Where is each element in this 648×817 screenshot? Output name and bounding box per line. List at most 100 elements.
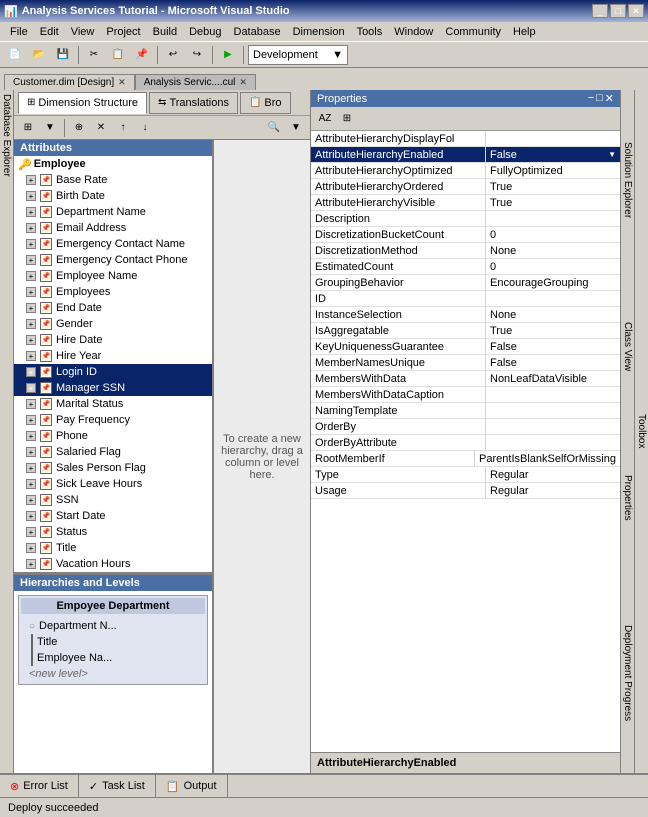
toolbar-undo[interactable]: ↩ (162, 45, 184, 65)
expand-btn[interactable]: + (26, 319, 36, 329)
dim-tb-btn-3[interactable]: ⊕ (69, 119, 89, 137)
menu-view[interactable]: View (65, 24, 101, 40)
props-maximize[interactable]: □ (596, 92, 603, 105)
attr-item[interactable]: + 📌 Base Rate (14, 172, 212, 188)
props-row[interactable]: NamingTemplate (311, 403, 620, 419)
tab-output[interactable]: 📋 Output (156, 775, 228, 797)
tab-dimension-structure[interactable]: ⊞ Dimension Structure (18, 92, 147, 114)
attr-item[interactable]: + 📌 Birth Date (14, 188, 212, 204)
props-row[interactable]: DiscretizationBucketCount 0 (311, 227, 620, 243)
menu-window[interactable]: Window (388, 24, 439, 40)
tab-error-list[interactable]: ⊗ Error List (0, 775, 79, 797)
props-row[interactable]: DiscretizationMethod None (311, 243, 620, 259)
props-row[interactable]: GroupingBehavior EncourageGrouping (311, 275, 620, 291)
attr-item[interactable]: 🔑 Employee (14, 156, 212, 172)
expand-btn[interactable]: + (26, 191, 36, 201)
menu-file[interactable]: File (4, 24, 34, 40)
attr-item[interactable]: + 📌 Department Name (14, 204, 212, 220)
dim-tb-search[interactable]: 🔍 (264, 119, 284, 137)
attr-item[interactable]: + 📌 Emergency Contact Name (14, 236, 212, 252)
dim-tb-btn-4[interactable]: ✕ (91, 119, 111, 137)
toolbar-redo[interactable]: ↪ (186, 45, 208, 65)
toolbar-play[interactable]: ▶ (217, 45, 239, 65)
expand-btn[interactable]: + (26, 303, 36, 313)
props-row[interactable]: Description (311, 211, 620, 227)
props-row[interactable]: RootMemberIf ParentIsBlankSelfOrMissing (311, 451, 620, 467)
doc-tab-analysis[interactable]: Analysis Servic....cul ✕ (135, 74, 256, 90)
expand-btn[interactable]: + (26, 399, 36, 409)
props-row[interactable]: AttributeHierarchyDisplayFol (311, 131, 620, 147)
props-row[interactable]: Type Regular (311, 467, 620, 483)
dim-tb-btn-2[interactable]: ▼ (40, 119, 60, 137)
expand-btn[interactable]: + (26, 351, 36, 361)
dev-mode-dropdown[interactable]: Development ▼ (248, 45, 348, 65)
expand-btn[interactable]: + (26, 463, 36, 473)
attr-item[interactable]: + 📌 Hire Year (14, 348, 212, 364)
sidebar-deployment[interactable]: Deployment Progress (622, 621, 633, 725)
menu-project[interactable]: Project (100, 24, 146, 40)
toolbar-copy[interactable]: 📋 (107, 45, 129, 65)
attr-item[interactable]: + 📌 Sales Person Flag (14, 460, 212, 476)
dim-tb-btn-6[interactable]: ↓ (135, 119, 155, 137)
attr-item[interactable]: + 📌 Start Date (14, 508, 212, 524)
props-row[interactable]: IsAggregatable True (311, 323, 620, 339)
expand-btn[interactable]: + (26, 383, 36, 393)
menu-database[interactable]: Database (228, 24, 287, 40)
expand-btn[interactable]: + (26, 287, 36, 297)
props-row[interactable]: ID (311, 291, 620, 307)
menu-dimension[interactable]: Dimension (287, 24, 351, 40)
db-explorer-label[interactable]: Database Explorer (1, 90, 12, 181)
close-tab-analysis[interactable]: ✕ (239, 77, 247, 88)
menu-help[interactable]: Help (507, 24, 542, 40)
toolbar-new[interactable]: 📄 (4, 45, 26, 65)
props-row[interactable]: AttributeHierarchyEnabled False ▼ (311, 147, 620, 163)
props-sort-cat[interactable]: ⊞ (337, 110, 357, 128)
toolbar-cut[interactable]: ✂ (83, 45, 105, 65)
expand-btn[interactable]: + (26, 239, 36, 249)
expand-btn[interactable]: + (26, 479, 36, 489)
expand-btn[interactable]: + (26, 271, 36, 281)
tab-browser[interactable]: 📋 Bro (240, 92, 291, 114)
attr-item[interactable]: + 📌 SSN (14, 492, 212, 508)
props-header-controls[interactable]: − □ ✕ (588, 92, 614, 105)
attr-item[interactable]: + 📌 Employee Name (14, 268, 212, 284)
props-row[interactable]: MembersWithData NonLeafDataVisible (311, 371, 620, 387)
expand-btn[interactable]: + (26, 559, 36, 569)
db-explorer-sidebar[interactable]: Database Explorer (0, 90, 14, 773)
expand-btn[interactable]: + (26, 415, 36, 425)
attr-item[interactable]: + 📌 Pay Frequency (14, 412, 212, 428)
props-row[interactable]: OrderByAttribute (311, 435, 620, 451)
expand-btn[interactable]: + (26, 223, 36, 233)
props-row[interactable]: InstanceSelection None (311, 307, 620, 323)
menu-tools[interactable]: Tools (351, 24, 389, 40)
expand-btn[interactable]: + (26, 255, 36, 265)
toolbar-paste[interactable]: 📌 (131, 45, 153, 65)
expand-btn[interactable]: + (26, 527, 36, 537)
title-bar-controls[interactable]: _ □ ✕ (592, 4, 644, 18)
expand-btn[interactable]: + (26, 447, 36, 457)
sidebar-solution-explorer[interactable]: Solution Explorer (622, 138, 633, 222)
dim-tb-filter[interactable]: ▼ (286, 119, 306, 137)
attr-item[interactable]: + 📌 Status (14, 524, 212, 540)
menu-community[interactable]: Community (439, 24, 507, 40)
prop-val[interactable]: False ▼ (486, 147, 620, 162)
sidebar-properties[interactable]: Properties (622, 471, 633, 525)
menu-build[interactable]: Build (147, 24, 183, 40)
menu-debug[interactable]: Debug (183, 24, 227, 40)
dim-tb-btn-1[interactable]: ⊞ (18, 119, 38, 137)
props-row[interactable]: KeyUniquenessGuarantee False (311, 339, 620, 355)
attr-item[interactable]: + 📌 Login ID (14, 364, 212, 380)
props-sort-alpha[interactable]: AZ (315, 110, 335, 128)
attr-item[interactable]: + 📌 Email Address (14, 220, 212, 236)
close-tab-customer[interactable]: ✕ (118, 77, 126, 88)
props-minimize[interactable]: − (588, 92, 594, 105)
doc-tab-customer[interactable]: Customer.dim [Design] ✕ (4, 74, 135, 90)
props-row[interactable]: OrderBy (311, 419, 620, 435)
props-row[interactable]: EstimatedCount 0 (311, 259, 620, 275)
dim-tb-btn-5[interactable]: ↑ (113, 119, 133, 137)
attr-item[interactable]: + 📌 Hire Date (14, 332, 212, 348)
props-close[interactable]: ✕ (605, 92, 614, 105)
expand-btn[interactable]: + (26, 495, 36, 505)
attr-item[interactable]: + 📌 Manager SSN (14, 380, 212, 396)
toolbar-save[interactable]: 💾 (52, 45, 74, 65)
